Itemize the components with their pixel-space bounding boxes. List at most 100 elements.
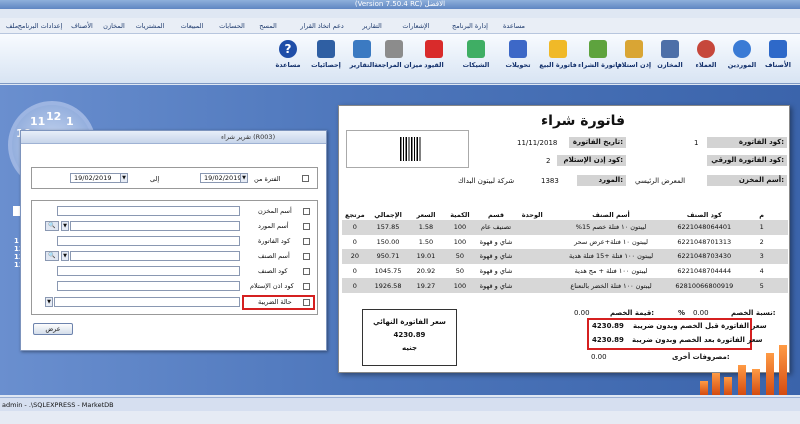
report-window-title: تقرير شراء (R003)	[21, 131, 326, 144]
bottom-strip	[0, 411, 800, 424]
toolbar-cheques[interactable]: الشيكات	[456, 38, 496, 80]
show-report-button[interactable]: عرض	[33, 323, 73, 335]
menu-purchases[interactable]: المشتريات	[136, 22, 165, 30]
supplier-search-button[interactable]: 🔍	[45, 221, 59, 231]
toolbar-transfers[interactable]: تحويلات	[498, 38, 538, 80]
purchase-report-window: تقرير شراء (R003) الفترة من 19/02/2019 ▼…	[20, 130, 327, 351]
category-cell: تصنيف عام	[476, 220, 516, 235]
menu-help[interactable]: مساعدة	[503, 22, 525, 30]
toolbar-help[interactable]: ? مساعدة	[268, 38, 308, 80]
filter-invoice-code-checkbox[interactable]	[303, 238, 310, 245]
supplier-code: 1383	[541, 177, 559, 185]
toolbar-suppliers[interactable]: الموردين	[722, 38, 762, 80]
toolbar-customers[interactable]: العملاء	[686, 38, 726, 80]
price-cell: 20.92	[416, 267, 436, 276]
receipt-code: 2	[546, 157, 551, 165]
menu-items[interactable]: الأصناف	[71, 22, 93, 30]
item-code-cell: 6221048064401	[673, 220, 736, 235]
menu-settings[interactable]: إعدادات البرنامج	[18, 22, 63, 30]
date-from-field[interactable]: 19/02/2019	[70, 173, 122, 183]
purchase-invoice-report: فاتورة شراء كود الفاتورة: 1 تاريخ الفاتو…	[338, 105, 790, 373]
toolbar-purchase-invoice[interactable]: فاتورة الشراء	[578, 38, 622, 80]
toolbar-items[interactable]: الأصناف	[758, 38, 798, 80]
receipt-icon	[625, 40, 643, 58]
toolbar-sales-invoice[interactable]: فاتورة البيع	[538, 38, 578, 80]
item-search-button[interactable]: 🔍	[45, 251, 59, 261]
toolbar-entries[interactable]: القيود	[414, 38, 454, 80]
qty-cell: 100	[453, 237, 467, 246]
filter-receipt-code-checkbox[interactable]	[303, 283, 310, 290]
table-row: 0 150.00 1.50 100 شاي و قهوة ليبتون ١٠ فتلة+ع…	[342, 235, 788, 250]
menu-decision-support[interactable]: دعم اتخاذ القرار	[300, 22, 344, 30]
filter-tax-status-field[interactable]	[54, 297, 240, 307]
item-name-cell: ليبتون ١٠٠ فتلة + مج هدية	[574, 267, 648, 276]
menu-notifications[interactable]: الإشعارات	[402, 22, 429, 30]
filter-item-code-field[interactable]	[57, 266, 240, 276]
menu-reports[interactable]: التقارير	[362, 22, 382, 30]
item-name-cell: ليبتون ١٠٠ فتلة +15 فتلة هدية	[548, 249, 674, 264]
filter-invoice-code-field[interactable]	[57, 236, 240, 246]
menu-stores[interactable]: المخازن	[103, 22, 125, 30]
col-qty: الكمية	[450, 210, 470, 219]
unit-cell	[515, 220, 549, 235]
category-cell: شاي و قهوة	[476, 278, 516, 293]
row-index-cell: 4	[759, 267, 764, 276]
menu-scan[interactable]: المسح	[259, 22, 277, 30]
discount-pct-label: نسبة الخصم:	[731, 309, 776, 317]
price-cell: 19.27	[408, 278, 444, 293]
item-name-cell: ليبتون ١٠٠ فتلة الخضر بالنعناع	[548, 278, 674, 293]
price-cell: 19.01	[408, 249, 444, 264]
filter-item-code-checkbox[interactable]	[303, 268, 310, 275]
menu-program-admin[interactable]: إدارة البرنامج	[452, 22, 488, 30]
menu-sales[interactable]: المبيعات	[181, 22, 204, 30]
period-checkbox[interactable]	[302, 175, 309, 182]
toolbar-reports[interactable]: التقارير	[342, 38, 382, 80]
invoice-code: 1	[694, 139, 699, 147]
category-cell: شاي و قهوة	[479, 267, 513, 276]
table-row: 0 1926.58 19.27 100 شاي و قهوة ليبتون ١٠٠ فتل…	[342, 278, 788, 293]
table-header-row: مرتجع الإجمالي السعر الكمية قسم الوحدة أسم الص…	[342, 209, 788, 220]
filter-store-field[interactable]	[57, 206, 240, 216]
tax-status-dropdown[interactable]: ▼	[45, 297, 53, 307]
supplier-dropdown[interactable]: ▼	[61, 221, 69, 231]
col-price: السعر	[416, 210, 436, 219]
filter-supplier-checkbox[interactable]	[303, 223, 310, 230]
item-name-cell: %ليبتون ١٠ فتلة خصم 15	[548, 220, 674, 235]
filter-item-name-checkbox[interactable]	[303, 253, 310, 260]
unit-cell	[515, 249, 549, 264]
filter-receipt-code-field[interactable]	[57, 281, 240, 291]
toolbar-stores[interactable]: المخازن	[650, 38, 690, 80]
qty-cell: 50	[455, 267, 465, 276]
total-cell: 950.71	[367, 249, 409, 264]
other-expenses-value: 0.00	[591, 353, 607, 361]
total-cell: 1045.75	[374, 267, 402, 276]
filter-tax-status-checkbox[interactable]	[303, 299, 310, 306]
discount-value: 0.00	[574, 309, 590, 317]
total-cell: 150.00	[376, 237, 400, 246]
col-index: م	[759, 210, 765, 219]
filters-group: أسم المخزن أسم المورد 🔍 ▼ كود الفاتورة أ…	[31, 200, 318, 315]
item-code-cell: 6221048703430	[673, 249, 736, 264]
filter-store-checkbox[interactable]	[303, 208, 310, 215]
before-tax-value: 4230.89	[592, 322, 624, 330]
discount-pct: 0.00	[693, 309, 709, 317]
category-cell: شاي و قهوة	[479, 237, 513, 246]
customers-icon	[697, 40, 715, 58]
filter-item-name-field[interactable]	[70, 251, 240, 261]
date-to-dropdown[interactable]: ▼	[240, 173, 248, 183]
menu-bar: ملف إعدادات البرنامج الأصناف المخازن الم…	[0, 18, 800, 34]
toolbar-receipt[interactable]: إذن استلام	[614, 38, 654, 80]
item-code-cell: 6221048704444	[677, 267, 732, 276]
menu-file[interactable]: ملف	[6, 22, 18, 30]
qty-cell: 100	[443, 220, 477, 235]
menu-accounts[interactable]: الحسابات	[219, 22, 245, 30]
toolbar: الأصناف الموردين العملاء المخازن إذن است…	[0, 34, 800, 84]
item-dropdown[interactable]: ▼	[61, 251, 69, 261]
filter-supplier-field[interactable]	[70, 221, 240, 231]
window-title: (Version 7.50.4 RC) الافضل	[354, 0, 446, 8]
date-from-dropdown[interactable]: ▼	[120, 173, 128, 183]
toolbar-statistics[interactable]: إحصائيات	[306, 38, 346, 80]
after-tax-value: 4230.89	[592, 336, 624, 344]
balance-scale-icon	[385, 40, 403, 58]
returned-cell: 0	[352, 267, 357, 276]
